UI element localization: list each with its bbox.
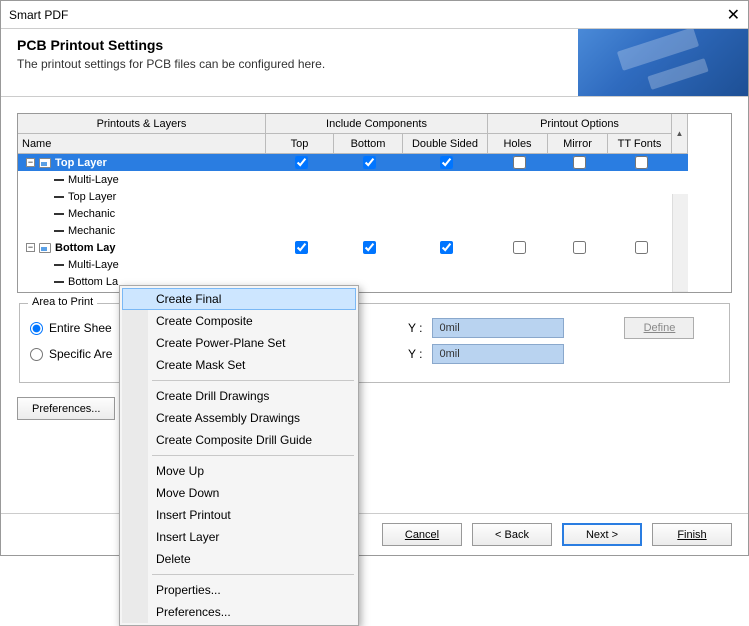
col-group-include[interactable]: Include Components	[266, 114, 488, 134]
double_sided-checkbox[interactable]	[440, 156, 453, 169]
vertical-scrollbar[interactable]: ▼	[672, 194, 688, 293]
col-double-sided[interactable]: Double Sided	[403, 134, 488, 154]
specific-area-label: Specific Are	[49, 347, 112, 361]
preferences-button[interactable]: Preferences...	[17, 397, 115, 420]
layer-label: Multi-Laye	[68, 259, 119, 271]
layer-row[interactable]: Multi-Laye	[18, 171, 688, 188]
ctx-separator	[152, 380, 354, 381]
layer-label: Mechanic	[68, 208, 115, 220]
collapse-icon[interactable]: −	[26, 243, 35, 252]
smart-pdf-window: Smart PDF ✕ PCB Printout Settings The pr…	[0, 0, 749, 556]
y-label-2: Y :	[408, 347, 422, 361]
mirror-checkbox[interactable]	[573, 241, 586, 254]
ctx-create-drill-drawings[interactable]: Create Drill Drawings	[122, 385, 356, 407]
printout-label: Top Layer	[55, 157, 107, 169]
wizard-footer: Cancel < Back Next > Finish	[1, 513, 748, 555]
window-title: Smart PDF	[9, 8, 68, 22]
layer-row[interactable]: Mechanic	[18, 205, 688, 222]
printout-icon	[39, 158, 51, 168]
top-checkbox[interactable]	[295, 241, 308, 254]
ctx-insert-printout[interactable]: Insert Printout	[122, 504, 356, 526]
col-holes[interactable]: Holes	[488, 134, 548, 154]
ctx-move-up[interactable]: Move Up	[122, 460, 356, 482]
y-label-1: Y :	[408, 321, 422, 335]
ctx-create-composite-drill[interactable]: Create Composite Drill Guide	[122, 429, 356, 451]
ctx-move-down[interactable]: Move Down	[122, 482, 356, 504]
entire-sheet-label: Entire Shee	[49, 321, 112, 335]
ctx-create-composite[interactable]: Create Composite	[122, 310, 356, 332]
layer-dash-icon	[54, 264, 64, 266]
holes-checkbox[interactable]	[513, 156, 526, 169]
col-name[interactable]: Name	[18, 134, 266, 154]
printout-row[interactable]: − Bottom Lay	[18, 239, 688, 256]
tt_fonts-checkbox[interactable]	[635, 241, 648, 254]
printout-icon	[39, 243, 51, 253]
ctx-separator	[152, 574, 354, 575]
col-group-options[interactable]: Printout Options	[488, 114, 672, 134]
col-top[interactable]: Top	[266, 134, 334, 154]
grid-body[interactable]: ▼ − Top Layer Multi-Laye Top Layer Mechanic M…	[18, 154, 688, 293]
ctx-separator	[152, 455, 354, 456]
cancel-button[interactable]: Cancel	[382, 523, 462, 546]
printout-row[interactable]: − Top Layer	[18, 154, 688, 171]
printout-label: Bottom Lay	[55, 242, 116, 254]
ctx-create-assembly[interactable]: Create Assembly Drawings	[122, 407, 356, 429]
col-mirror[interactable]: Mirror	[548, 134, 608, 154]
layer-row[interactable]: Multi-Laye	[18, 256, 688, 273]
finish-button[interactable]: Finish	[652, 523, 732, 546]
ctx-create-mask[interactable]: Create Mask Set	[122, 354, 356, 376]
layer-row[interactable]: Top Layer	[18, 188, 688, 205]
define-button[interactable]: Define	[624, 317, 694, 339]
layer-label: Mechanic	[68, 293, 115, 294]
collapse-icon[interactable]: −	[26, 158, 35, 167]
double_sided-checkbox[interactable]	[440, 241, 453, 254]
context-menu[interactable]: Create Final Create Composite Create Pow…	[119, 285, 359, 626]
holes-checkbox[interactable]	[513, 241, 526, 254]
bottom-checkbox[interactable]	[363, 241, 376, 254]
back-button[interactable]: < Back	[472, 523, 552, 546]
wizard-body: Printouts & Layers Include Components Pr…	[1, 97, 748, 513]
tt_fonts-checkbox[interactable]	[635, 156, 648, 169]
ctx-create-final[interactable]: Create Final	[122, 288, 356, 310]
ctx-insert-layer[interactable]: Insert Layer	[122, 526, 356, 548]
area-legend: Area to Print	[28, 296, 97, 308]
layer-label: Bottom La	[68, 276, 118, 288]
layer-dash-icon	[54, 179, 64, 181]
printouts-grid[interactable]: Printouts & Layers Include Components Pr…	[17, 113, 732, 293]
ctx-preferences[interactable]: Preferences...	[122, 601, 356, 623]
entire-sheet-radio[interactable]	[30, 322, 43, 335]
layer-dash-icon	[54, 213, 64, 215]
header-decoration	[578, 29, 748, 97]
ctx-properties[interactable]: Properties...	[122, 579, 356, 601]
ctx-delete[interactable]: Delete	[122, 548, 356, 570]
bottom-checkbox[interactable]	[363, 156, 376, 169]
ctx-create-power-plane[interactable]: Create Power-Plane Set	[122, 332, 356, 354]
top-checkbox[interactable]	[295, 156, 308, 169]
layer-row[interactable]: Mechanic	[18, 222, 688, 239]
layer-dash-icon	[54, 230, 64, 232]
wizard-header: PCB Printout Settings The printout setti…	[1, 29, 748, 97]
y1-field[interactable]: 0mil	[432, 318, 564, 338]
scroll-up-icon[interactable]: ▲	[672, 114, 688, 154]
col-group-printouts[interactable]: Printouts & Layers	[18, 114, 266, 134]
layer-dash-icon	[54, 281, 64, 283]
layer-dash-icon	[54, 196, 64, 198]
close-icon[interactable]: ✕	[727, 5, 740, 25]
y2-field[interactable]: 0mil	[432, 344, 564, 364]
layer-label: Mechanic	[68, 225, 115, 237]
layer-label: Top Layer	[68, 191, 116, 203]
mirror-checkbox[interactable]	[573, 156, 586, 169]
scroll-down-icon[interactable]: ▼	[673, 291, 688, 293]
col-bottom[interactable]: Bottom	[334, 134, 403, 154]
titlebar: Smart PDF ✕	[1, 1, 748, 29]
next-button[interactable]: Next >	[562, 523, 642, 546]
col-ttfonts[interactable]: TT Fonts	[608, 134, 672, 154]
layer-label: Multi-Laye	[68, 174, 119, 186]
specific-area-radio[interactable]	[30, 348, 43, 361]
